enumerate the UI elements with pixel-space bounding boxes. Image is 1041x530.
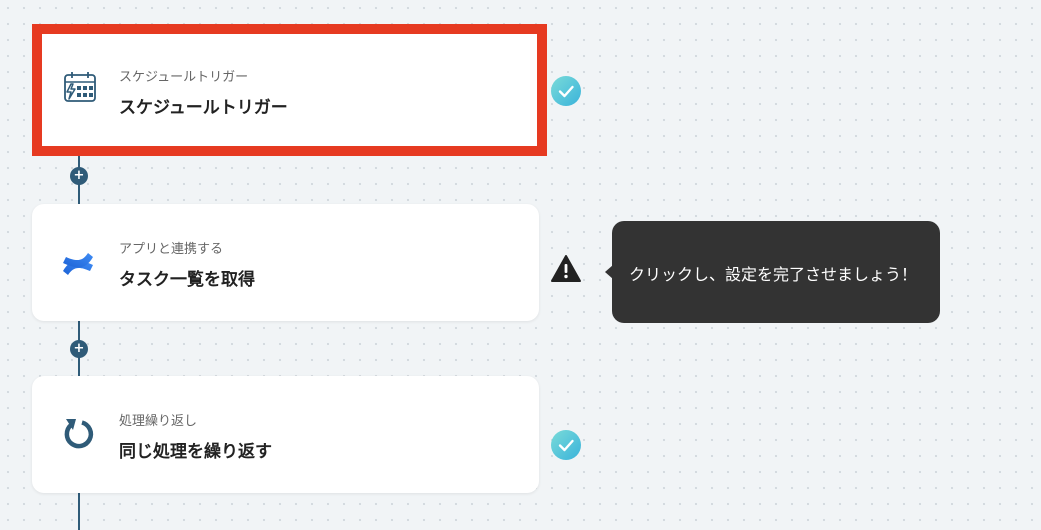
confluence-logo-icon [60, 246, 98, 286]
connector-line [78, 493, 80, 530]
step-subtitle: スケジュールトリガー [119, 70, 249, 85]
add-step-button[interactable]: + [70, 340, 88, 358]
step-subtitle: アプリと連携する [119, 242, 224, 257]
tooltip: クリックし、設定を完了させましょう！ [605, 221, 940, 323]
status-complete-icon [551, 76, 581, 106]
repeat-icon [60, 416, 98, 456]
step-title: 同じ処理を繰り返す [119, 442, 272, 462]
calendar-bolt-icon [62, 70, 100, 110]
status-complete-icon [551, 430, 581, 460]
step-title: スケジュールトリガー [119, 98, 288, 118]
step-card-schedule-trigger[interactable]: スケジュールトリガー スケジュールトリガー [32, 24, 547, 156]
step-card-app-integration[interactable]: アプリと連携する タスク一覧を取得 [32, 204, 539, 321]
step-title: タスク一覧を取得 [119, 270, 255, 290]
tooltip-text: クリックし、設定を完了させましょう！ [629, 265, 918, 284]
step-card-loop[interactable]: 処理繰り返し 同じ処理を繰り返す [32, 376, 539, 493]
add-step-button[interactable]: + [70, 167, 88, 185]
warning-icon [550, 254, 582, 284]
step-subtitle: 処理繰り返し [119, 414, 198, 429]
